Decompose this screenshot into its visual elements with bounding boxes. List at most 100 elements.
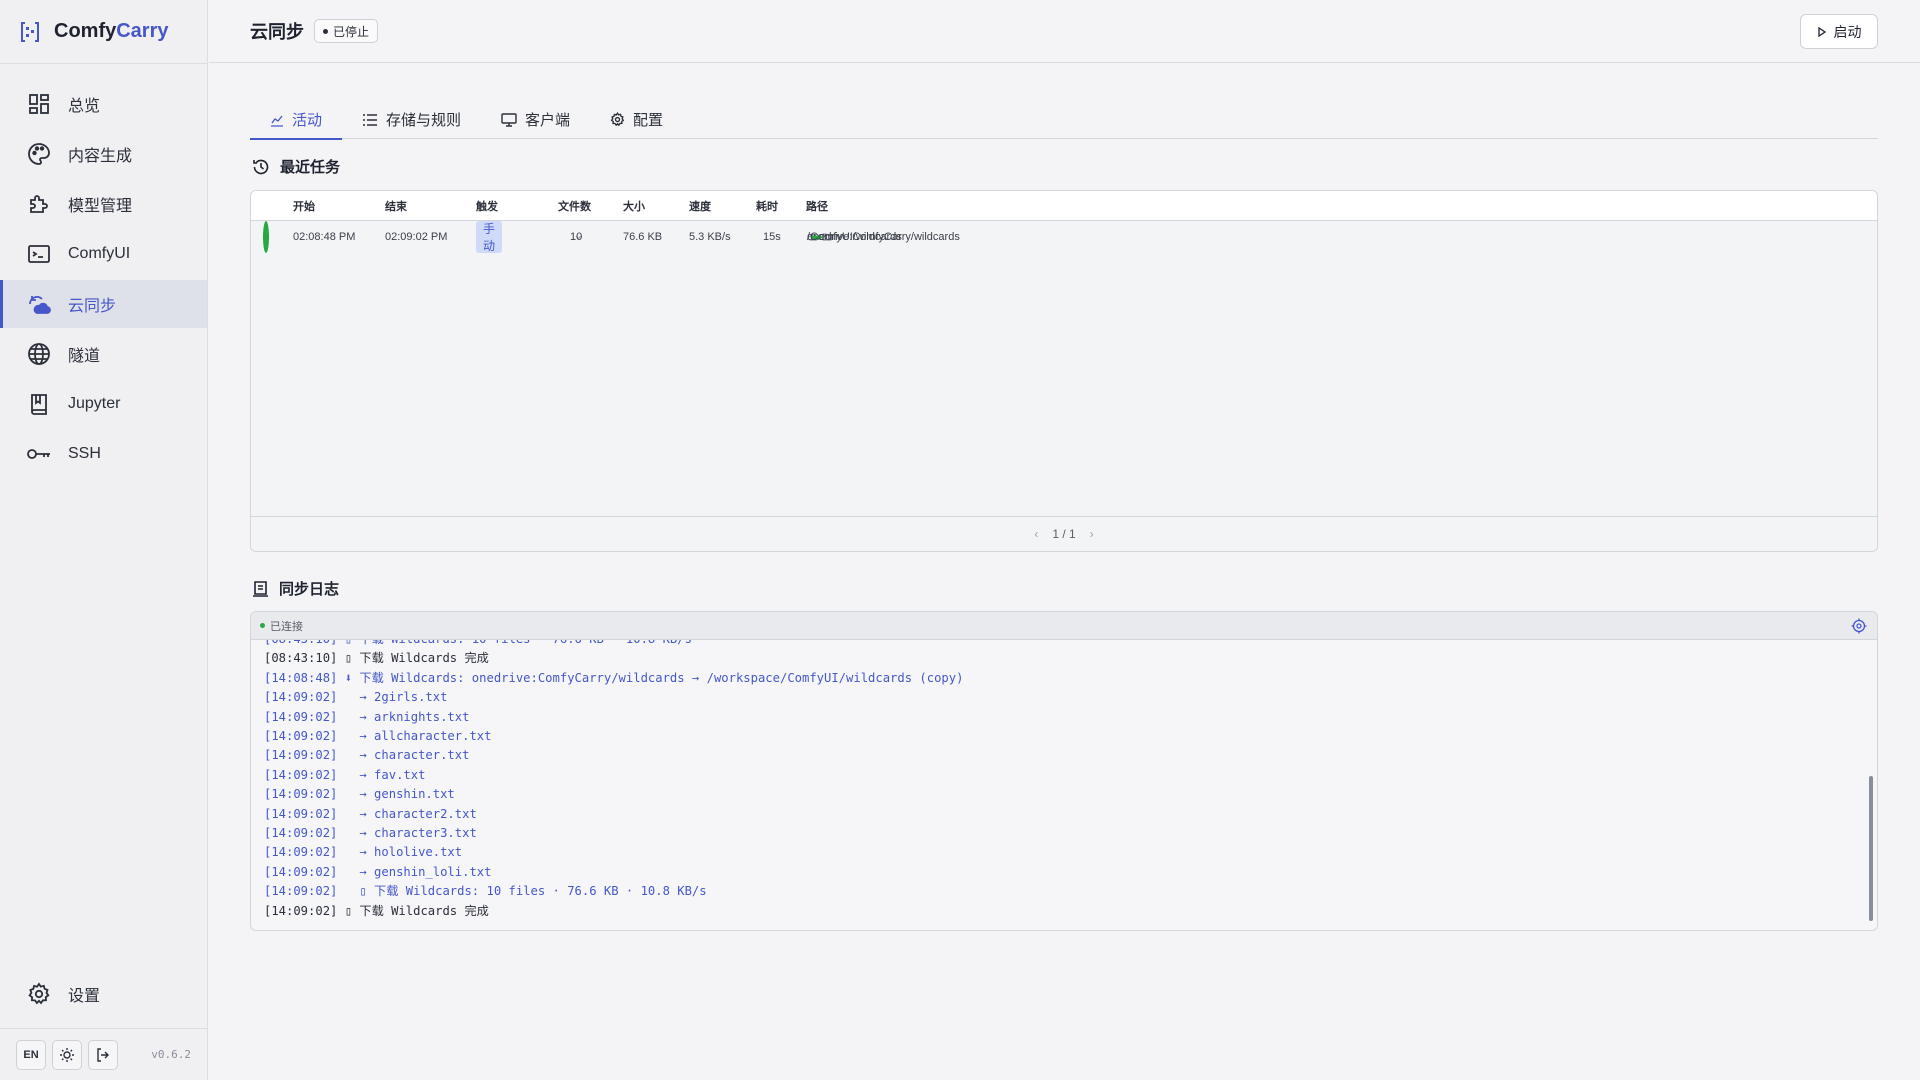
log-message: ▯ 下载 Wildcards 完成 — [337, 903, 489, 918]
sidebar-bottom: 设置 — [0, 968, 207, 1020]
sidebar-item-label: 云同步 — [68, 298, 117, 315]
tab-config[interactable]: 配置 — [590, 100, 683, 139]
log-timestamp: [14:09:02] — [264, 690, 338, 705]
log-message: → arknights.txt — [337, 709, 470, 724]
tab-label: 存储与规则 — [386, 112, 462, 129]
start-button[interactable]: 启动 — [1800, 14, 1878, 49]
log-line: [14:09:02] → hololive.txt — [264, 843, 963, 862]
column-header-end[interactable]: 结束 — [385, 191, 407, 220]
brand-name-part2: Carry — [116, 20, 169, 42]
monitor-icon — [501, 112, 517, 127]
prev-page-button[interactable]: ‹ — [1034, 527, 1038, 541]
column-header-start[interactable]: 开始 — [293, 191, 315, 220]
log-line: [14:09:02] → character.txt — [264, 746, 963, 765]
sidebar-item-settings[interactable]: 设置 — [0, 970, 207, 1018]
brand[interactable]: Comfy Carry — [0, 0, 207, 64]
log-timestamp: [14:09:02] — [264, 709, 338, 724]
column-header-speed[interactable]: 速度 — [689, 191, 711, 220]
log-timestamp: [08:43:10] — [264, 640, 337, 646]
globe-icon — [26, 341, 52, 367]
sidebar-item-cloud-sync[interactable]: 云同步 — [0, 280, 207, 328]
crosshair-icon[interactable] — [1851, 618, 1867, 634]
sidebar-item-content-generation[interactable]: 内容生成 — [0, 130, 207, 178]
path-destination: /ComfyUI/wildcards — [807, 231, 902, 243]
sync-log-panel: 已连接 [08:43:10] ▯ 下载 Wildcards: 10 files … — [250, 611, 1878, 931]
cell-size: 76.6 KB — [623, 231, 663, 243]
sidebar-item-label: 内容生成 — [68, 148, 133, 165]
recent-tasks-heading: 最近任务 — [252, 156, 340, 177]
column-header-path[interactable]: 路径 — [806, 191, 828, 220]
sidebar: Comfy Carry 总览 内容生成 模型管理 ComfyUI 云同步 隧道 … — [0, 0, 208, 1080]
log-timestamp: [08:43:10] — [264, 651, 338, 666]
status-text: 已停止 — [333, 24, 370, 39]
column-header-size[interactable]: 大小 — [623, 191, 645, 220]
tab-storage-rules[interactable]: 存储与规则 — [342, 100, 481, 139]
tab-label: 配置 — [633, 112, 664, 129]
log-message: ▯ 下载 Wildcards 完成 — [337, 651, 489, 666]
cell-files[interactable]: 10 — [570, 221, 582, 253]
log-message: → genshin_loli.txt — [337, 864, 492, 879]
list-icon — [363, 113, 378, 126]
log-timestamp: [14:09:02] — [264, 806, 338, 821]
page-indicator: 1 / 1 — [1052, 527, 1076, 541]
sidebar-item-ssh[interactable]: SSH — [0, 430, 207, 478]
log-message: → character.txt — [337, 748, 470, 763]
log-message: → character2.txt — [337, 806, 477, 821]
success-dot — [263, 221, 269, 253]
status-dot — [323, 28, 328, 34]
column-header-files[interactable]: 文件数 — [558, 191, 591, 220]
key-icon — [26, 441, 52, 467]
log-timestamp: [14:09:02] — [264, 767, 338, 782]
pagination: ‹ 1 / 1 › — [251, 516, 1877, 551]
log-message: ⬇ 下载 Wildcards: onedrive:ComfyCarry/wild… — [337, 670, 964, 685]
log-timestamp: [14:09:02] — [264, 826, 338, 841]
column-header-trigger[interactable]: 触发 — [476, 191, 498, 220]
cell-start: 02:08:48 PM — [293, 231, 356, 243]
sidebar-item-label: ComfyUI — [68, 245, 131, 262]
log-line: [14:09:02] ▯ 下载 Wildcards 完成 — [264, 902, 963, 921]
sidebar-item-comfyui[interactable]: ComfyUI — [0, 230, 207, 278]
log-scroll-thumb[interactable] — [1869, 776, 1873, 921]
book-icon — [26, 391, 52, 417]
history-icon — [253, 159, 269, 174]
log-line: [14:09:02] → genshin_loli.txt — [264, 863, 963, 882]
log-message: → genshin.txt — [337, 787, 455, 802]
tab-activity[interactable]: 活动 — [250, 100, 343, 140]
sidebar-footer: EN v0.6.2 — [0, 1028, 207, 1080]
version-label: v0.6.2 — [151, 1048, 191, 1061]
sidebar-item-jupyter[interactable]: Jupyter — [0, 380, 207, 428]
next-page-button[interactable]: › — [1090, 527, 1094, 541]
table-row[interactable]: 02:08:48 PM 02:09:02 PM 手动 10 76.6 KB 5.… — [251, 221, 1877, 253]
logout-button[interactable] — [88, 1039, 118, 1070]
sidebar-item-label: 模型管理 — [68, 198, 133, 215]
terminal-icon — [26, 241, 52, 267]
sidebar-item-model-management[interactable]: 模型管理 — [0, 180, 207, 228]
log-message: ▯ 下载 Wildcards: 10 files · 76.6 KB · 10.… — [337, 884, 707, 899]
tab-label: 活动 — [292, 112, 323, 129]
start-button-label: 启动 — [1833, 23, 1862, 40]
play-icon — [1817, 26, 1826, 37]
tab-label: 客户端 — [525, 112, 571, 129]
sync-log-heading: 同步日志 — [252, 578, 339, 599]
sidebar-item-tunnel[interactable]: 隧道 — [0, 330, 207, 378]
recent-tasks-table: 开始 结束 触发 文件数 大小 速度 耗时 路径 02:08:48 PM 02:… — [250, 190, 1878, 552]
log-message: → 2girls.txt — [337, 690, 448, 705]
logout-icon — [97, 1047, 109, 1062]
sync-log-title: 同步日志 — [279, 581, 340, 598]
log-line: [14:09:02] → 2girls.txt — [264, 688, 963, 707]
language-button[interactable]: EN — [16, 1039, 46, 1070]
cell-end: 02:09:02 PM — [385, 231, 448, 243]
sidebar-item-label: 设置 — [68, 988, 101, 1005]
cloud-sync-icon — [26, 291, 52, 317]
log-scrollbar[interactable] — [1868, 646, 1874, 924]
theme-toggle-button[interactable] — [52, 1039, 82, 1070]
sidebar-item-overview[interactable]: 总览 — [0, 80, 207, 128]
cell-path: onedrive:ComfyCarry/wildcards ▸▸▸ /Comfy… — [807, 221, 960, 253]
puzzle-icon — [26, 191, 52, 217]
column-header-duration[interactable]: 耗时 — [756, 191, 778, 220]
sidebar-item-label: SSH — [68, 445, 101, 462]
log-output[interactable]: [08:43:10] ▯ 下载 Wildcards: 10 files · 76… — [251, 640, 1877, 930]
tab-clients[interactable]: 客户端 — [481, 100, 590, 139]
cell-speed: 5.3 KB/s — [689, 231, 731, 243]
log-icon — [253, 580, 268, 597]
